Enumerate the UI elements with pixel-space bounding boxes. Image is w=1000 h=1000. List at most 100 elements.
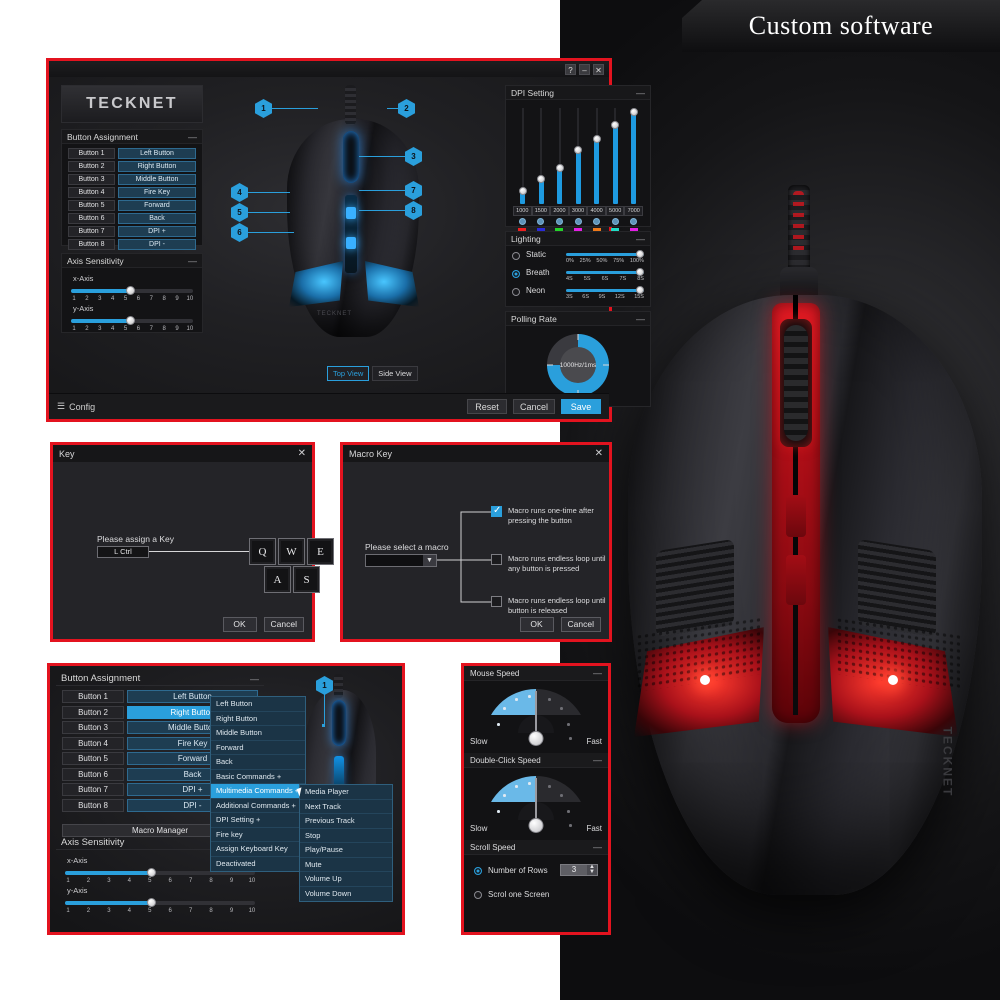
- keycap-q[interactable]: Q: [249, 538, 276, 565]
- minimize-icon[interactable]: —: [593, 756, 602, 765]
- lighting-mode-static[interactable]: Static 0% 25% 50% 75% 100%: [512, 250, 644, 264]
- ok-button[interactable]: OK: [519, 617, 554, 632]
- dpi-slider-4[interactable]: [572, 108, 585, 204]
- menu-item[interactable]: Assign Keyboard Key: [211, 842, 305, 857]
- dpi-knob[interactable]: [592, 134, 601, 143]
- dpi-enable-radio[interactable]: [550, 218, 569, 225]
- slider-knob[interactable]: [636, 250, 644, 258]
- menu-item[interactable]: Middle Button: [211, 726, 305, 741]
- dpi-slider-3[interactable]: [553, 108, 566, 204]
- menu-item[interactable]: Left Button: [211, 697, 305, 712]
- close-icon[interactable]: ✕: [595, 448, 603, 459]
- lighting-mode-neon[interactable]: Neon 3S 6S 9S 12S 15S: [512, 286, 644, 300]
- slider-knob[interactable]: [146, 868, 156, 877]
- stepper-arrows-icon[interactable]: ▲ ▼: [587, 864, 597, 875]
- button-action-value[interactable]: Middle Button: [118, 174, 196, 185]
- menu-item[interactable]: Fire key: [211, 827, 305, 842]
- submenu-item[interactable]: Previous Track: [300, 814, 392, 829]
- button-action-value[interactable]: Back: [118, 213, 196, 224]
- radio-icon[interactable]: [593, 218, 601, 225]
- button-action-value[interactable]: Left Button: [118, 148, 196, 159]
- slider-knob[interactable]: [125, 286, 135, 295]
- submenu-item[interactable]: Volume Down: [300, 886, 392, 901]
- y-axis-slider[interactable]: [65, 898, 255, 907]
- ok-button[interactable]: OK: [222, 617, 257, 632]
- lighting-slider[interactable]: 4S 5S 6S 7S 8S: [566, 268, 644, 282]
- menu-item[interactable]: Back: [211, 755, 305, 770]
- radio-icon[interactable]: [574, 218, 582, 225]
- button-action-dropdown[interactable]: Left Button Right Button Middle Button Forw…: [210, 696, 306, 872]
- submenu-item[interactable]: Next Track: [300, 799, 392, 814]
- dpi-knob[interactable]: [555, 163, 564, 172]
- checkbox-icon[interactable]: [491, 596, 502, 607]
- dpi-knob[interactable]: [518, 186, 527, 195]
- dpi-slider-5[interactable]: [590, 108, 603, 204]
- button-action-value[interactable]: DPI +: [118, 226, 196, 237]
- button-action-value[interactable]: Forward: [118, 200, 196, 211]
- cancel-button[interactable]: Cancel: [263, 617, 304, 632]
- scroll-rows-option[interactable]: Number of Rows 3 ▲ ▼: [474, 864, 598, 876]
- submenu-item[interactable]: Mute: [300, 857, 392, 872]
- radio-icon[interactable]: [512, 288, 520, 296]
- slider-knob[interactable]: [636, 268, 644, 276]
- dpi-enable-radio[interactable]: [532, 218, 551, 225]
- radio-selected-icon[interactable]: [474, 867, 482, 875]
- checkbox-icon[interactable]: [491, 554, 502, 565]
- submenu-item[interactable]: Stop: [300, 828, 392, 843]
- dpi-slider-6[interactable]: [609, 108, 622, 204]
- dpi-enable-radio[interactable]: [624, 218, 643, 225]
- radio-icon[interactable]: [518, 218, 526, 225]
- lighting-slider[interactable]: 0% 25% 50% 75% 100%: [566, 250, 644, 264]
- x-axis-slider[interactable]: [71, 286, 193, 295]
- minimize-icon[interactable]: —: [188, 132, 197, 141]
- dpi-enable-radio[interactable]: [606, 218, 625, 225]
- dpi-knob[interactable]: [629, 107, 638, 116]
- minimize-icon[interactable]: —: [593, 669, 602, 678]
- rows-stepper[interactable]: 3 ▲ ▼: [560, 864, 598, 876]
- menu-item[interactable]: Right Button: [211, 711, 305, 726]
- lighting-mode-breath[interactable]: Breath 4S 5S 6S 7S 8S: [512, 268, 644, 282]
- minimize-icon[interactable]: —: [636, 88, 645, 97]
- reset-button[interactable]: Reset: [466, 399, 507, 414]
- menu-item[interactable]: Forward: [211, 740, 305, 755]
- checkbox-checked-icon[interactable]: [491, 505, 502, 517]
- cancel-button[interactable]: Cancel: [560, 617, 601, 632]
- radio-icon[interactable]: [555, 218, 563, 225]
- button-action-value[interactable]: Right Button: [118, 161, 196, 172]
- minimize-icon[interactable]: —: [188, 256, 197, 265]
- multimedia-submenu[interactable]: Media Player Next Track Previous Track Stop…: [299, 784, 393, 902]
- radio-icon[interactable]: [474, 891, 482, 899]
- macro-select[interactable]: ▼: [365, 554, 437, 567]
- help-button[interactable]: ?: [565, 63, 576, 75]
- macro-option-loop-until-released[interactable]: Macro runs endless loop until button is …: [491, 596, 609, 615]
- submenu-item[interactable]: Play/Pause: [300, 843, 392, 858]
- scroll-screen-option[interactable]: Scrol one Screen: [474, 889, 598, 899]
- tab-side-view[interactable]: Side View: [372, 366, 418, 381]
- save-button[interactable]: Save: [561, 399, 601, 414]
- dpi-enable-radio[interactable]: [513, 218, 532, 225]
- menu-item[interactable]: Additional Commands +: [211, 798, 305, 813]
- close-icon[interactable]: ✕: [298, 448, 306, 459]
- radio-icon[interactable]: [512, 252, 520, 260]
- gauge-needle-cap[interactable]: [528, 731, 544, 746]
- button-action-value[interactable]: Fire Key: [118, 187, 196, 198]
- y-axis-slider[interactable]: [71, 316, 193, 325]
- menu-item[interactable]: Multimedia Commands +: [211, 784, 305, 799]
- submenu-item[interactable]: Volume Up: [300, 872, 392, 887]
- dpi-enable-radio[interactable]: [569, 218, 588, 225]
- keycap-w[interactable]: W: [278, 538, 305, 565]
- lighting-slider[interactable]: 3S 6S 9S 12S 15S: [566, 286, 644, 300]
- assigned-key-field[interactable]: L Ctrl: [97, 546, 149, 558]
- tab-top-view[interactable]: Top View: [327, 366, 370, 381]
- slider-knob[interactable]: [636, 286, 644, 294]
- mouse-speed-gauge[interactable]: Slow Fast: [464, 681, 608, 753]
- cancel-button[interactable]: Cancel: [512, 399, 555, 414]
- minimize-button[interactable]: –: [579, 63, 590, 75]
- keycap-s[interactable]: S: [293, 566, 320, 593]
- radio-icon[interactable]: [537, 218, 545, 225]
- dpi-knob[interactable]: [537, 175, 545, 184]
- chevron-down-icon[interactable]: ▼: [423, 555, 436, 566]
- double-click-speed-gauge[interactable]: Slow Fast: [464, 768, 608, 840]
- minimize-icon[interactable]: —: [593, 843, 602, 852]
- menu-item[interactable]: Deactivated: [211, 856, 305, 871]
